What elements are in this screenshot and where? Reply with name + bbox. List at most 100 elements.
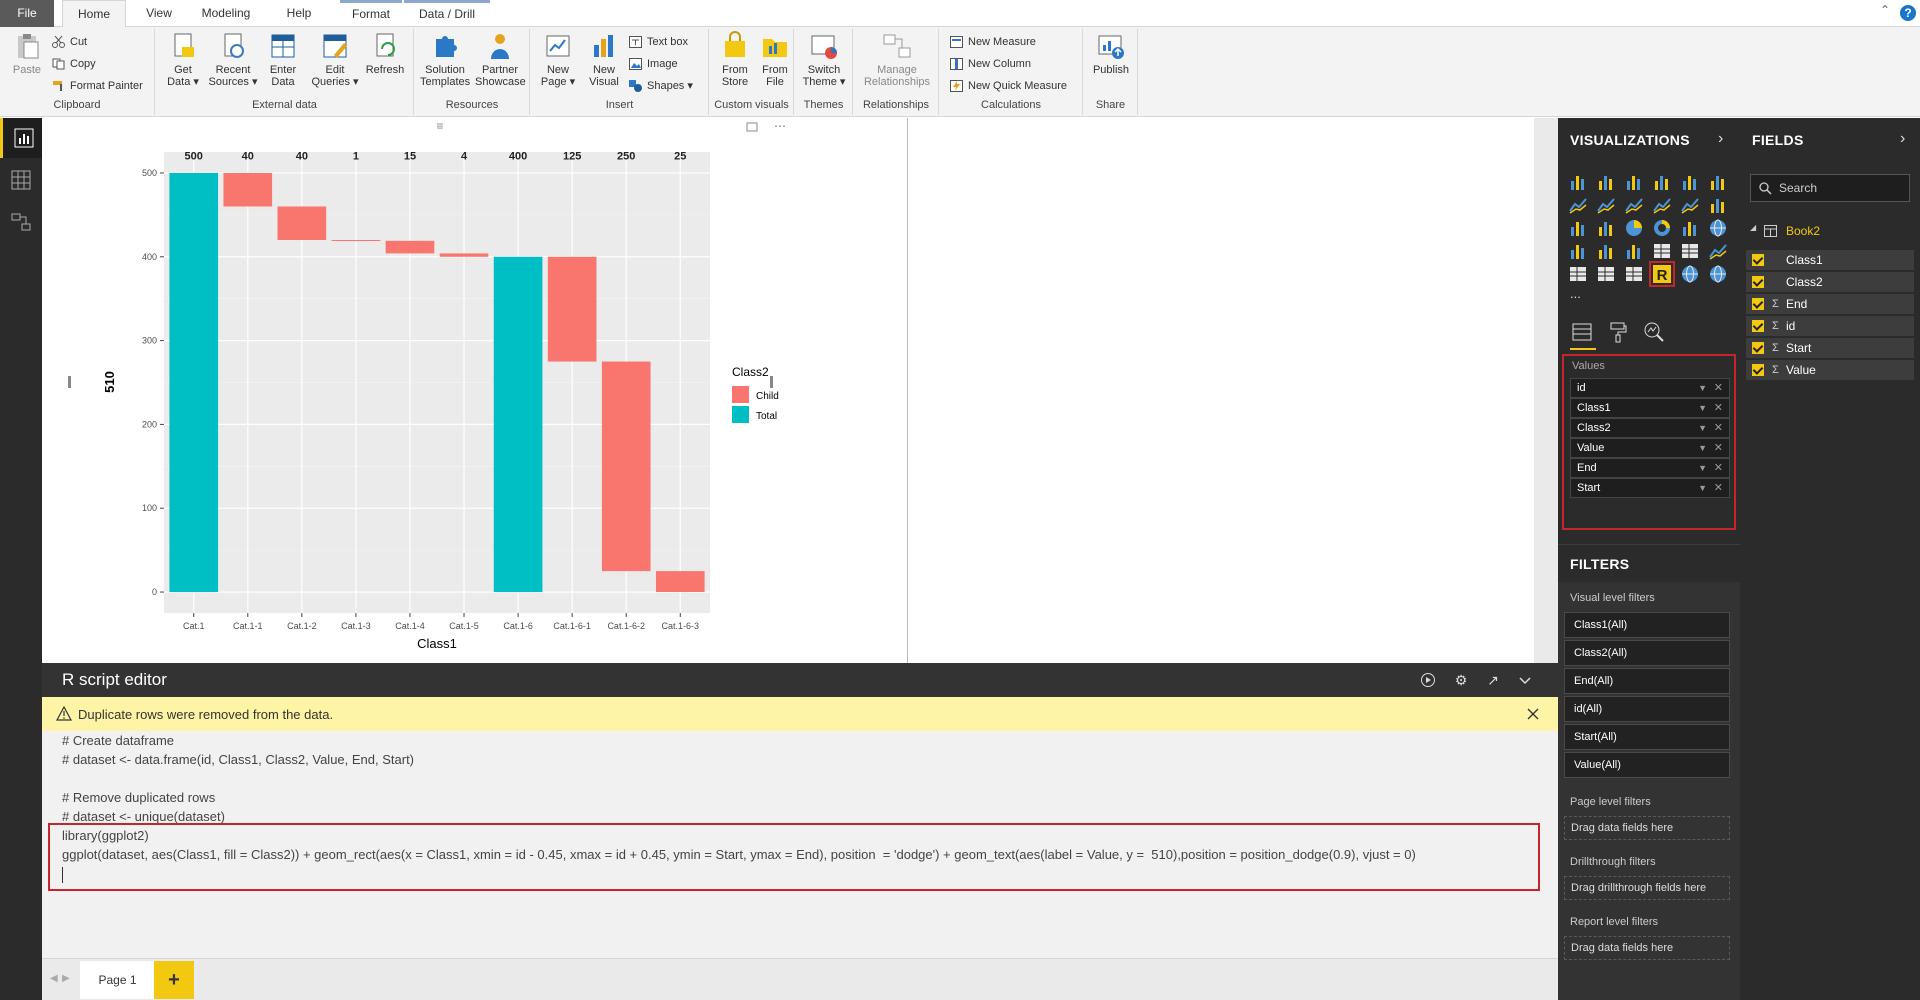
matrix-icon[interactable] — [1624, 264, 1644, 284]
new-quick-measure-button[interactable]: New Quick Measure — [948, 77, 1067, 95]
cut-button[interactable]: Cut — [50, 33, 87, 51]
100-bar-icon[interactable] — [1680, 172, 1700, 192]
clustered-bar-icon[interactable] — [1624, 172, 1644, 192]
new-measure-button[interactable]: New Measure — [948, 33, 1036, 51]
report-view-button[interactable] — [0, 118, 42, 158]
switch-theme-button[interactable]: Switch Theme ▾ — [799, 31, 849, 88]
value-well-start[interactable]: Start ▼ ✕ — [1570, 478, 1730, 498]
field-row-end[interactable]: Σ End — [1746, 294, 1914, 314]
remove-field-icon[interactable]: ✕ — [1714, 399, 1723, 417]
checkbox-checked[interactable] — [1752, 320, 1764, 332]
page-tab-page-1[interactable]: Page 1 — [80, 961, 155, 999]
expand-triangle-icon[interactable]: ◢ — [1750, 223, 1756, 232]
checkbox-checked[interactable] — [1752, 298, 1764, 310]
search-input[interactable] — [1779, 179, 1905, 197]
page-filters-dropzone[interactable]: Drag data fields here — [1564, 816, 1730, 840]
from-file-button[interactable]: From File — [750, 31, 800, 88]
field-row-class1[interactable]: Class1 — [1746, 250, 1914, 270]
tab-view[interactable]: View — [136, 0, 182, 27]
chevron-down-icon[interactable]: ▼ — [1698, 419, 1707, 437]
ribbon-chart-icon[interactable] — [1708, 195, 1728, 215]
slicer-icon[interactable] — [1568, 264, 1588, 284]
chevron-down-icon[interactable]: ▼ — [1698, 379, 1707, 397]
area-chart-icon[interactable] — [1596, 195, 1616, 215]
line-column-icon[interactable] — [1652, 195, 1672, 215]
stacked-bar-icon[interactable] — [1568, 172, 1588, 192]
collapse-fields-chevron-icon[interactable]: › — [1900, 130, 1905, 148]
focus-mode-icon[interactable] — [746, 122, 758, 132]
prev-page-icon[interactable]: ◀ — [50, 973, 58, 984]
copy-button[interactable]: Copy — [50, 55, 96, 73]
chevron-down-icon[interactable]: ▼ — [1698, 439, 1707, 457]
stacked-column-icon[interactable] — [1596, 172, 1616, 192]
format-tab[interactable] — [1606, 320, 1632, 346]
data-view-button[interactable] — [0, 160, 42, 200]
remove-field-icon[interactable]: ✕ — [1714, 379, 1723, 397]
add-page-button[interactable]: + — [154, 961, 194, 999]
report-filters-dropzone[interactable]: Drag data fields here — [1564, 936, 1730, 960]
value-well-id[interactable]: id ▼ ✕ — [1570, 378, 1730, 398]
open-external-editor-icon[interactable]: ↗ — [1485, 672, 1501, 688]
map-icon[interactable] — [1708, 218, 1728, 238]
pie-chart-icon[interactable] — [1624, 218, 1644, 238]
publish-button[interactable]: Publish — [1086, 31, 1136, 76]
tab-data-drill[interactable]: Data / Drill — [404, 0, 490, 27]
line-chart-icon[interactable] — [1568, 195, 1588, 215]
scatter-icon[interactable] — [1596, 218, 1616, 238]
run-script-icon[interactable] — [1420, 672, 1436, 688]
next-page-icon[interactable]: ▶ — [62, 973, 70, 984]
field-row-start[interactable]: Σ Start — [1746, 338, 1914, 358]
image-button[interactable]: Image — [627, 55, 678, 73]
chevron-down-icon[interactable]: ▼ — [1698, 479, 1707, 497]
help-icon[interactable]: ? — [1900, 5, 1916, 21]
remove-field-icon[interactable]: ✕ — [1714, 419, 1723, 437]
value-well-class1[interactable]: Class1 ▼ ✕ — [1570, 398, 1730, 418]
tab-file[interactable]: File — [0, 0, 54, 27]
shapes-button[interactable]: Shapes ▾ — [627, 77, 693, 95]
drillthrough-dropzone[interactable]: Drag drillthrough fields here — [1564, 876, 1730, 900]
multi-row-card-icon[interactable] — [1680, 241, 1700, 261]
field-row-class2[interactable]: Class2 — [1746, 272, 1914, 292]
fields-tab[interactable] — [1570, 320, 1596, 350]
r-visual-icon[interactable]: R — [1649, 261, 1675, 287]
new-visual-button[interactable]: New Visual — [579, 31, 629, 88]
filter-card-class1[interactable]: Class1(All) — [1564, 612, 1730, 638]
clustered-column-icon[interactable] — [1652, 172, 1672, 192]
checkbox-checked[interactable] — [1752, 276, 1764, 288]
recent-sources-button[interactable]: Recent Sources ▾ — [208, 31, 258, 88]
more-visuals-icon[interactable]: ... — [1570, 286, 1581, 301]
filter-card-id[interactable]: id(All) — [1564, 696, 1730, 722]
value-well-end[interactable]: End ▼ ✕ — [1570, 458, 1730, 478]
r-code-textarea[interactable]: # Create dataframe # dataset <- data.fra… — [42, 731, 1558, 958]
analytics-tab[interactable] — [1642, 320, 1668, 346]
checkbox-checked[interactable] — [1752, 254, 1764, 266]
tab-home[interactable]: Home — [62, 0, 126, 28]
paste-button[interactable]: Paste — [2, 31, 52, 76]
report-page[interactable]: 500 40 40 1 15 4 400 125 250 25 0 100 200 300 400 500 C… — [42, 118, 1534, 663]
tab-modeling[interactable]: Modeling — [192, 0, 260, 27]
kpi-icon[interactable] — [1708, 241, 1728, 261]
chevron-down-icon[interactable]: ▼ — [1698, 399, 1707, 417]
checkbox-checked[interactable] — [1752, 364, 1764, 376]
globe-icon[interactable] — [1708, 264, 1728, 284]
checkbox-checked[interactable] — [1752, 342, 1764, 354]
partner-showcase-button[interactable]: Partner Showcase — [475, 31, 526, 88]
text-box-button[interactable]: Text box — [627, 33, 688, 51]
donut-icon[interactable] — [1652, 218, 1672, 238]
waterfall-icon[interactable] — [1568, 218, 1588, 238]
stacked-area-icon[interactable] — [1624, 195, 1644, 215]
remove-field-icon[interactable]: ✕ — [1714, 479, 1723, 497]
close-warning-icon[interactable] — [1526, 707, 1540, 721]
more-options-icon[interactable]: ⋯ — [774, 119, 786, 133]
filled-map-icon[interactable] — [1568, 241, 1588, 261]
funnel-icon[interactable] — [1596, 241, 1616, 261]
value-well-class2[interactable]: Class2 ▼ ✕ — [1570, 418, 1730, 438]
field-row-value[interactable]: Σ Value — [1746, 360, 1914, 380]
value-well-value[interactable]: Value ▼ ✕ — [1570, 438, 1730, 458]
fields-search-box[interactable] — [1750, 174, 1910, 202]
table-visual-icon[interactable] — [1596, 264, 1616, 284]
solution-templates-button[interactable]: Solution Templates — [420, 31, 470, 88]
visual-resize-handle[interactable] — [770, 376, 773, 388]
collapse-visualizations-chevron-icon[interactable]: › — [1718, 130, 1723, 148]
filter-card-value[interactable]: Value(All) — [1564, 752, 1730, 778]
